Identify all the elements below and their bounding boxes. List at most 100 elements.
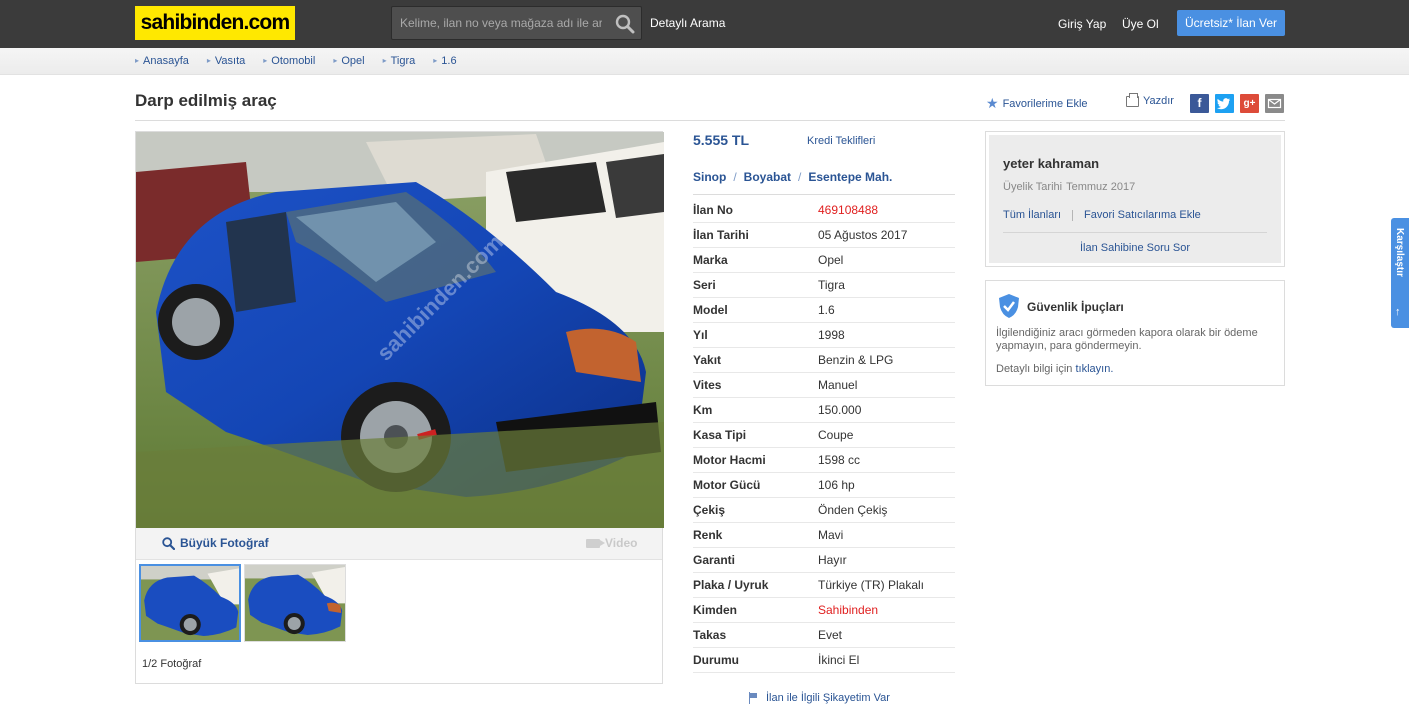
spec-value: Önden Çekiş <box>818 503 888 517</box>
arrow-up-icon: ↑ <box>1395 306 1401 318</box>
top-header: sahibinden.com Detaylı Arama Giriş Yap Ü… <box>0 0 1409 48</box>
spec-key: Garanti <box>693 553 736 567</box>
print-label: Yazdır <box>1143 95 1174 107</box>
spec-key: İlan No <box>693 203 734 217</box>
mail-share-icon[interactable] <box>1265 94 1284 113</box>
flag-icon <box>748 692 758 704</box>
location-district[interactable]: Boyabat <box>744 170 791 184</box>
spec-key: Renk <box>693 528 723 542</box>
spec-row: Garanti Hayır <box>693 548 955 573</box>
printer-icon <box>1126 92 1139 107</box>
spec-row: İlan Tarihi 05 Ağustos 2017 <box>693 223 955 248</box>
add-favorite-link[interactable]: ★ Favorilerime Ekle <box>986 95 1088 112</box>
search-icon[interactable] <box>615 14 635 34</box>
link-divider <box>1072 210 1073 221</box>
location-city[interactable]: Sinop <box>693 170 726 184</box>
breadcrumb-item[interactable]: Otomobil <box>263 55 315 67</box>
big-photo-button[interactable]: Büyük Fotoğraf <box>162 536 269 550</box>
safety-more-prefix: Detaylı bilgi için <box>996 363 1073 375</box>
title-divider <box>135 120 1285 121</box>
spec-value: Türkiye (TR) Plakalı <box>818 578 925 592</box>
compare-side-tab[interactable]: Karşılaştır ↑ <box>1391 218 1409 328</box>
share-buttons: f g+ <box>1190 94 1290 113</box>
post-ad-button[interactable]: Ücretsiz* İlan Ver <box>1177 10 1285 36</box>
facebook-share-icon[interactable]: f <box>1190 94 1209 113</box>
main-photo[interactable]: sahibinden.com <box>136 132 664 528</box>
login-link[interactable]: Giriş Yap <box>1058 17 1106 31</box>
spec-key: Motor Hacmi <box>693 453 766 467</box>
spec-row: Motor Hacmi 1598 cc <box>693 448 955 473</box>
spec-value: 1598 cc <box>818 453 861 467</box>
detailed-search-link[interactable]: Detaylı Arama <box>650 16 725 30</box>
breadcrumb-bar: Anasayfa Vasıta Otomobil Opel Tigra 1.6 <box>0 48 1409 75</box>
search-input[interactable] <box>392 7 602 39</box>
ask-seller-link[interactable]: İlan Sahibine Soru Sor <box>989 242 1281 254</box>
spec-value: Manuel <box>818 378 858 392</box>
location-separator: / <box>733 170 737 184</box>
seller-name: yeter kahraman <box>1003 156 1100 171</box>
spec-list: İlan No 469108488 İlan Tarihi 05 Ağustos 2… <box>693 198 955 673</box>
google-plus-share-icon[interactable]: g+ <box>1240 94 1259 113</box>
spec-row: İlan No 469108488 <box>693 198 955 223</box>
spec-key: İlan Tarihi <box>693 228 749 242</box>
spec-row: Durumu İkinci El <box>693 648 955 673</box>
spec-value: 1998 <box>818 328 845 342</box>
spec-value: Tigra <box>818 278 845 292</box>
spec-key: Km <box>693 403 713 417</box>
spec-row: Vites Manuel <box>693 373 955 398</box>
price: 5.555 TL <box>693 132 750 148</box>
breadcrumb-item[interactable]: Tigra <box>383 55 416 67</box>
seller-card: yeter kahraman Üyelik Tarihi Temmuz 2017 … <box>985 131 1285 267</box>
spec-row: Plaka / Uyruk Türkiye (TR) Plakalı <box>693 573 955 598</box>
photo-count: 1/2 Fotoğraf <box>142 658 202 670</box>
breadcrumb-item[interactable]: Vasıta <box>207 55 245 67</box>
shield-icon <box>999 294 1019 318</box>
safety-more-info: Detaylı bilgi için tıklayın. <box>996 363 1113 375</box>
photo-thumbnail[interactable] <box>139 564 241 642</box>
seller-divider <box>1003 232 1267 233</box>
big-photo-label: Büyük Fotoğraf <box>180 536 269 550</box>
spec-row: Km 150.000 <box>693 398 955 423</box>
twitter-share-icon[interactable] <box>1215 94 1234 113</box>
location-neighborhood[interactable]: Esentepe Mah. <box>808 170 892 184</box>
spec-value: Coupe <box>818 428 854 442</box>
search-box <box>391 6 642 40</box>
all-ads-link[interactable]: Tüm İlanları <box>1003 209 1061 221</box>
spec-value: Benzin & LPG <box>818 353 894 367</box>
add-favorite-label: Favorilerime Ekle <box>1002 97 1088 110</box>
spec-row: Yıl 1998 <box>693 323 955 348</box>
site-logo[interactable]: sahibinden.com <box>135 6 295 40</box>
report-complaint-link[interactable]: İlan ile İlgili Şikayetim Var <box>748 692 890 704</box>
location-divider <box>693 194 955 195</box>
spec-row: Marka Opel <box>693 248 955 273</box>
member-since-label: Üyelik Tarihi <box>1003 181 1063 193</box>
spec-row: Yakıt Benzin & LPG <box>693 348 955 373</box>
magnifier-icon <box>162 536 175 550</box>
safety-tips-text: İlgilendiğiniz aracı görmeden kapora ola… <box>996 327 1258 352</box>
member-since: Üyelik Tarihi Temmuz 2017 <box>1003 181 1135 193</box>
spec-key: Plaka / Uyruk <box>693 578 769 592</box>
spec-key: Durumu <box>693 653 739 667</box>
breadcrumb-item[interactable]: Opel <box>333 55 364 67</box>
spec-key: Yakıt <box>693 353 722 367</box>
spec-value: Sahibinden <box>818 603 879 617</box>
spec-row: Kasa Tipi Coupe <box>693 423 955 448</box>
favorite-seller-link[interactable]: Favori Satıcılarıma Ekle <box>1084 209 1201 221</box>
safety-more-link[interactable]: tıklayın. <box>1075 363 1113 375</box>
breadcrumb-item[interactable]: Anasayfa <box>135 55 189 67</box>
safety-tips-box: Güvenlik İpuçları İlgilendiğiniz aracı g… <box>985 280 1285 386</box>
spec-row: Model 1.6 <box>693 298 955 323</box>
seller-card-inner: yeter kahraman Üyelik Tarihi Temmuz 2017 … <box>989 135 1281 263</box>
print-link[interactable]: Yazdır <box>1126 92 1174 107</box>
location-separator: / <box>798 170 802 184</box>
spec-value: Hayır <box>818 553 847 567</box>
spec-key: Takas <box>693 628 727 642</box>
photo-thumbnail[interactable] <box>244 564 346 642</box>
spec-key: Seri <box>693 278 716 292</box>
compare-side-tab-label: Karşılaştır <box>1394 228 1405 277</box>
spec-value: 05 Ağustos 2017 <box>818 228 908 242</box>
register-link[interactable]: Üye Ol <box>1122 17 1159 31</box>
photo-gallery: sahibinden.com Büyük Fotoğraf Video 1/2 … <box>135 131 664 684</box>
breadcrumb-item[interactable]: 1.6 <box>433 55 456 67</box>
credit-offers-link[interactable]: Kredi Teklifleri <box>807 135 875 147</box>
